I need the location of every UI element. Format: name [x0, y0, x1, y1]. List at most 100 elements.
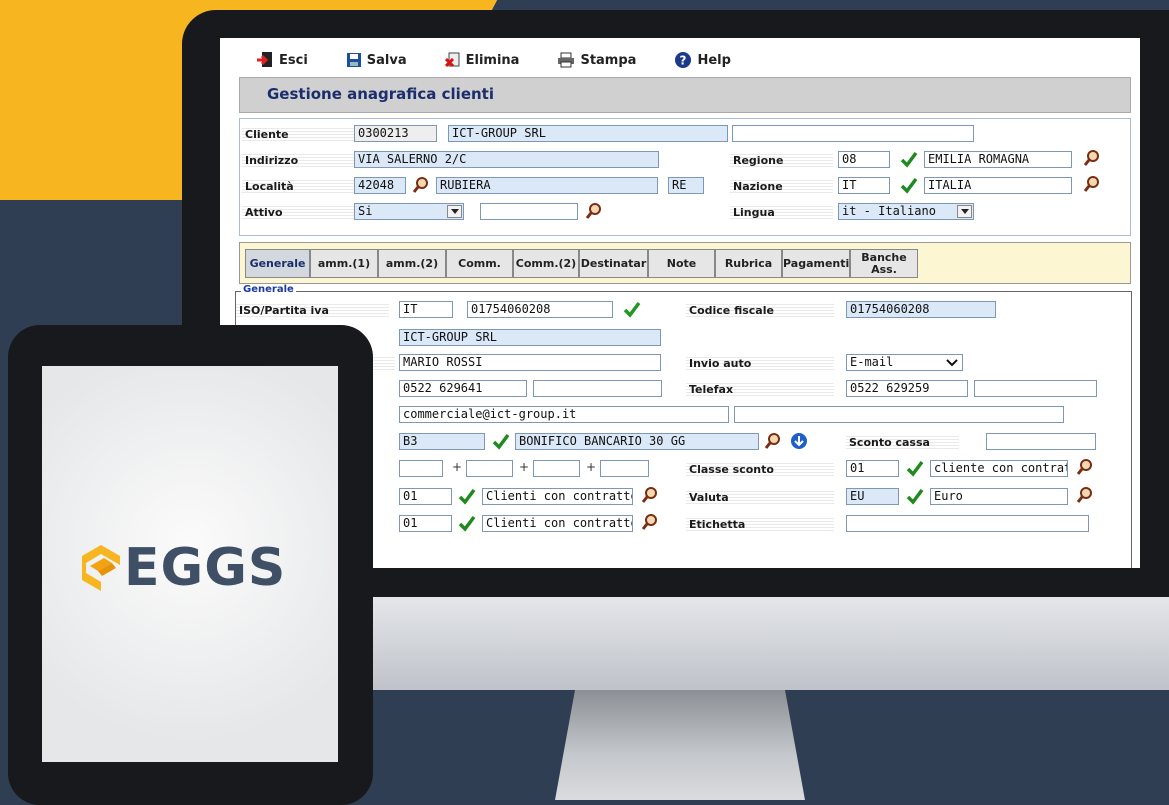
search-icon[interactable] [641, 486, 659, 504]
cliente-extra-field[interactable] [732, 125, 974, 142]
email-field[interactable]: commerciale@ict-group.it [399, 406, 729, 423]
invio-auto-label: Invio auto [686, 355, 834, 372]
arrow-down-circle-icon[interactable] [790, 432, 808, 450]
cap-field[interactable]: 42048 [354, 177, 406, 194]
classe-sconto-code-field[interactable]: 01 [846, 460, 899, 477]
search-icon[interactable] [412, 176, 430, 194]
etichetta-field[interactable] [846, 515, 1089, 532]
listino1-field[interactable]: Clienti con contratto [482, 488, 633, 505]
valuta-code-field[interactable]: EU [846, 488, 899, 505]
contatto-field[interactable]: MARIO ROSSI [399, 354, 661, 371]
check-icon [458, 488, 476, 505]
check-icon [900, 177, 918, 194]
attivo-label: Attivo [242, 204, 355, 221]
listino1-code-field[interactable]: 01 [399, 488, 452, 505]
provincia-field[interactable]: RE [668, 177, 704, 194]
sconto4-field[interactable] [600, 460, 649, 477]
check-icon [900, 151, 918, 168]
delete-document-icon [444, 52, 460, 68]
tab-generale[interactable]: Generale [245, 249, 310, 278]
iso-code-field[interactable]: IT [399, 301, 453, 318]
listino2-code-field[interactable]: 01 [399, 515, 452, 532]
search-icon[interactable] [1083, 175, 1101, 193]
tab-comm[interactable]: Comm. [446, 249, 513, 278]
valuta-field[interactable]: Euro [930, 488, 1068, 505]
pagamento-field[interactable]: BONIFICO BANCARIO 30 GG [515, 433, 759, 450]
cliente-name-field[interactable]: ICT-GROUP SRL [448, 125, 728, 142]
search-icon[interactable] [1076, 486, 1094, 504]
chevron-down-icon [946, 359, 958, 367]
sconto3-field[interactable] [533, 460, 580, 477]
attivo-select[interactable]: Si [354, 203, 464, 220]
iso-piva-label: ISO/Partita iva [236, 302, 389, 319]
invio-auto-select[interactable]: E-mail [846, 354, 963, 371]
tab-amm1[interactable]: amm.(1) [310, 249, 378, 278]
localita-field[interactable]: RUBIERA [436, 177, 658, 194]
codice-fiscale-field[interactable]: 01754060208 [846, 301, 996, 318]
search-icon[interactable] [1076, 458, 1094, 476]
partita-iva-field[interactable]: 01754060208 [467, 301, 613, 318]
page-title-bar: Gestione anagrafica clienti [239, 77, 1131, 113]
nazione-label: Nazione [730, 178, 833, 195]
sconto-cassa-label: Sconto cassa [846, 434, 959, 451]
regione-code-field[interactable]: 08 [838, 151, 890, 168]
delete-button[interactable]: Elimina [444, 46, 519, 74]
toolbar: Esci Salva Elimina Stampa ? Help [220, 46, 731, 74]
exit-icon [257, 52, 272, 67]
codice-fiscale-label: Codice fiscale [686, 302, 834, 319]
exit-button[interactable]: Esci [256, 46, 308, 74]
eggs-logo: EGGS [78, 538, 286, 598]
help-button[interactable]: ? Help [674, 46, 731, 74]
print-button[interactable]: Stampa [557, 46, 636, 74]
telefono-field[interactable]: 0522 629641 [399, 380, 527, 397]
floppy-disk-icon [346, 53, 361, 67]
telefax2-field[interactable] [974, 380, 1097, 397]
indirizzo-field[interactable]: VIA SALERNO 2/C [354, 151, 659, 168]
classe-sconto-label: Classe sconto [686, 461, 834, 478]
sconto1-field[interactable] [399, 460, 443, 477]
save-button[interactable]: Salva [346, 46, 407, 74]
search-icon[interactable] [585, 202, 603, 220]
search-icon[interactable] [1083, 149, 1101, 167]
tab-destinatari[interactable]: Destinatar [579, 249, 648, 278]
email2-field[interactable] [734, 406, 1064, 423]
ragione-sociale-field[interactable]: ICT-GROUP SRL [399, 329, 661, 346]
cliente-code-field[interactable]: 0300213 [354, 125, 437, 142]
tab-comm2[interactable]: Comm.(2) [513, 249, 579, 278]
search-icon[interactable] [641, 513, 659, 531]
telefono2-field[interactable] [533, 380, 662, 397]
page-title: Gestione anagrafica clienti [267, 85, 494, 103]
search-icon[interactable] [764, 432, 782, 450]
attivo-extra-field[interactable] [480, 203, 578, 220]
cliente-label: Cliente [242, 126, 355, 143]
tablet-screen: EGGS [42, 366, 338, 762]
plus-sign: + [586, 460, 597, 474]
tab-note[interactable]: Note [648, 249, 715, 278]
sconto2-field[interactable] [466, 460, 513, 477]
tab-pagamenti[interactable]: Pagamenti [782, 249, 850, 278]
sconto-cassa-field[interactable] [986, 433, 1096, 450]
plus-sign: + [452, 460, 463, 474]
section-legend: Generale [241, 284, 296, 295]
eggs-logo-text: EGGS [124, 538, 287, 598]
telefax-label: Telefax [686, 381, 834, 398]
help-icon: ? [675, 52, 692, 68]
check-icon [492, 433, 510, 450]
nazione-code-field[interactable]: IT [838, 177, 890, 194]
lingua-select[interactable]: it - Italiano [838, 203, 974, 220]
tab-amm2[interactable]: amm.(2) [378, 249, 446, 278]
lingua-label: Lingua [730, 204, 833, 221]
classe-sconto-field[interactable]: cliente con contratto [930, 460, 1068, 477]
tab-banche-ass[interactable]: Banche Ass. [850, 249, 918, 278]
regione-name-field[interactable]: EMILIA ROMAGNA [924, 151, 1072, 168]
tab-rubrica[interactable]: Rubrica [715, 249, 782, 278]
telefax-field[interactable]: 0522 629259 [846, 380, 968, 397]
eggs-logo-icon [82, 545, 120, 591]
listino2-field[interactable]: Clienti con contratto [482, 515, 633, 532]
valuta-label: Valuta [686, 489, 834, 506]
nazione-name-field[interactable]: ITALIA [924, 177, 1072, 194]
localita-label: Località [242, 178, 355, 195]
pagamento-code-field[interactable]: B3 [399, 433, 485, 450]
check-icon [623, 301, 641, 318]
monitor-stand [555, 690, 805, 800]
